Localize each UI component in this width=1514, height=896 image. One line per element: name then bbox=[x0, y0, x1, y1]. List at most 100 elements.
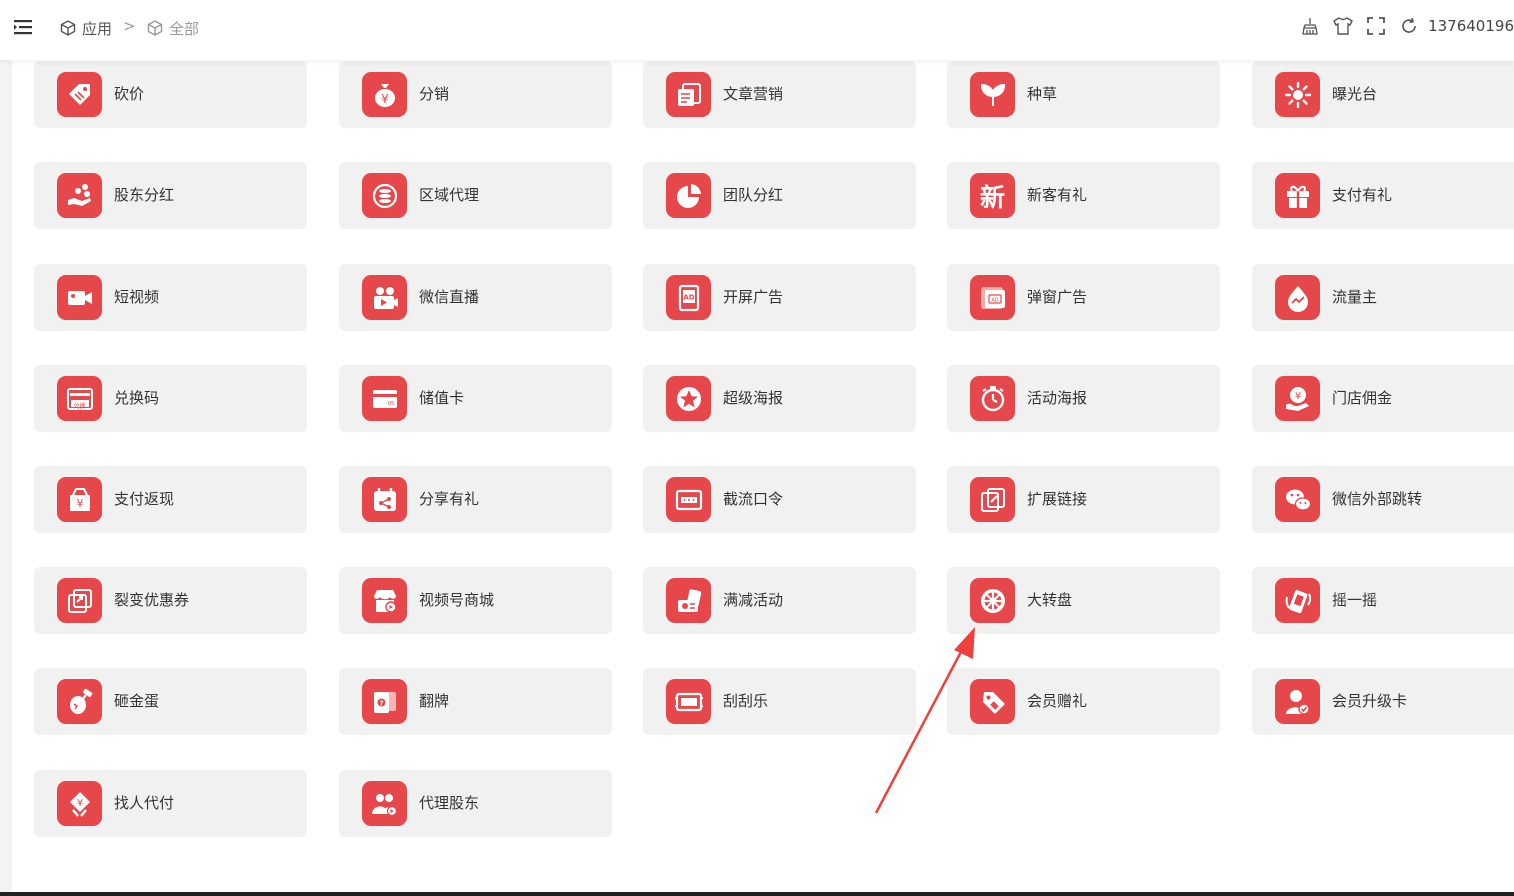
app-label: 分销 bbox=[419, 85, 450, 103]
app-card[interactable]: 大转盘 bbox=[947, 567, 1220, 634]
app-card[interactable]: 刮刮乐 bbox=[643, 668, 916, 735]
app-label: 支付有礼 bbox=[1332, 186, 1393, 204]
agent-group-icon bbox=[362, 781, 407, 826]
fullscreen-icon[interactable] bbox=[1366, 16, 1386, 36]
app-label: 短视频 bbox=[114, 288, 160, 306]
app-label: 活动海报 bbox=[1027, 389, 1088, 407]
stored-card-icon: 05 bbox=[362, 376, 407, 421]
app-label: 文章营销 bbox=[723, 85, 784, 103]
app-label: 微信外部跳转 bbox=[1332, 490, 1423, 508]
app-card[interactable]: 裂变优惠券 bbox=[34, 567, 307, 634]
app-card[interactable]: 短视频 bbox=[34, 264, 307, 331]
money-bag-icon: ¥ bbox=[362, 72, 407, 117]
breadcrumb-separator: > bbox=[123, 17, 136, 35]
app-card[interactable]: 超级海报 bbox=[643, 365, 916, 432]
app-label: 代理股东 bbox=[419, 794, 480, 812]
app-label: 摇一摇 bbox=[1332, 591, 1378, 609]
svg-text:05: 05 bbox=[387, 401, 393, 407]
breadcrumb-label: 全部 bbox=[169, 19, 200, 38]
app-card[interactable]: 微信外部跳转 bbox=[1252, 466, 1514, 533]
stopwatch-icon bbox=[970, 376, 1015, 421]
app-card[interactable]: 会员赠礼 bbox=[947, 668, 1220, 735]
app-card[interactable]: 新 新客有礼 bbox=[947, 162, 1220, 229]
app-card[interactable]: 分享有礼 bbox=[339, 466, 612, 533]
shake-phone-icon bbox=[1275, 578, 1320, 623]
svg-text:AD: AD bbox=[991, 297, 998, 303]
app-card[interactable]: 文章营销 bbox=[643, 61, 916, 128]
app-card[interactable]: 曝光台 bbox=[1252, 61, 1514, 128]
badge-char: 新 bbox=[979, 182, 1005, 212]
app-card[interactable]: AD 开屏广告 bbox=[643, 264, 916, 331]
app-card[interactable]: AD 弹窗广告 bbox=[947, 264, 1220, 331]
app-label: 支付返现 bbox=[114, 490, 175, 508]
app-label: 流量主 bbox=[1332, 288, 1378, 306]
bottom-border bbox=[0, 892, 1514, 896]
app-card[interactable]: 扩展链接 bbox=[947, 466, 1220, 533]
app-label: 团队分红 bbox=[723, 186, 784, 204]
svg-text:¥: ¥ bbox=[1294, 391, 1300, 402]
refresh-icon[interactable] bbox=[1399, 16, 1419, 36]
coin-stack-icon bbox=[362, 173, 407, 218]
share-calendar-icon bbox=[362, 477, 407, 522]
app-card[interactable]: 摇一摇 bbox=[1252, 567, 1514, 634]
app-card[interactable]: 05 储值卡 bbox=[339, 365, 612, 432]
app-card[interactable]: 视频号商城 bbox=[339, 567, 612, 634]
app-label: 裂变优惠券 bbox=[114, 591, 190, 609]
app-card[interactable]: 代理股东 bbox=[339, 770, 612, 837]
flow-drop-icon bbox=[1275, 275, 1320, 320]
clear-cache-broom-icon[interactable] bbox=[1300, 16, 1320, 36]
app-grid: 砍价 ¥ 分销 文章营销 种草 曝光台 股东分红 区域代理 团队分红新新客有礼 支付有礼 短视频 微信… bbox=[0, 0, 1514, 896]
app-label: 超级海报 bbox=[723, 389, 784, 407]
app-label: 兑换码 bbox=[114, 389, 160, 407]
app-card[interactable]: 兑换 兑换码 bbox=[34, 365, 307, 432]
app-card[interactable]: ¥ 支付返现 bbox=[34, 466, 307, 533]
app-card[interactable]: 砸金蛋 bbox=[34, 668, 307, 735]
breadcrumb-all[interactable]: 全部 bbox=[147, 17, 199, 39]
app-card[interactable]: ¥ 门店佣金 bbox=[1252, 365, 1514, 432]
app-card[interactable]: 流量主 bbox=[1252, 264, 1514, 331]
app-card[interactable]: 微信直播 bbox=[339, 264, 612, 331]
app-card[interactable]: 股东分红 bbox=[34, 162, 307, 229]
app-card[interactable]: ? 翻牌 bbox=[339, 668, 612, 735]
app-card[interactable]: 活动海报 bbox=[947, 365, 1220, 432]
app-card[interactable]: 截流口令 bbox=[643, 466, 916, 533]
ad-popup-icon: AD bbox=[970, 275, 1015, 320]
scratch-card-icon bbox=[666, 679, 711, 724]
breadcrumb-label: 应用 bbox=[82, 19, 113, 38]
app-label: 满减活动 bbox=[723, 591, 784, 609]
svg-text:¥: ¥ bbox=[76, 798, 82, 809]
live-icon bbox=[362, 275, 407, 320]
egg-hammer-icon bbox=[57, 679, 102, 724]
theme-shirt-icon[interactable] bbox=[1333, 16, 1354, 36]
link-icon bbox=[970, 477, 1015, 522]
app-label: 会员赠礼 bbox=[1027, 692, 1088, 710]
sprout-icon bbox=[970, 72, 1015, 117]
app-card[interactable]: 区域代理 bbox=[339, 162, 612, 229]
app-card[interactable]: 砍价 bbox=[34, 61, 307, 128]
account-name[interactable]: 137640196 bbox=[1428, 17, 1514, 35]
pie-icon bbox=[666, 173, 711, 218]
app-label: 砸金蛋 bbox=[114, 692, 160, 710]
app-card[interactable]: 会员升级卡 bbox=[1252, 668, 1514, 735]
breadcrumb-apps[interactable]: 应用 bbox=[60, 17, 112, 39]
app-card[interactable]: ¥ 分销 bbox=[339, 61, 612, 128]
pay-for-me-icon: ¥ bbox=[57, 781, 102, 826]
app-label: 弹窗广告 bbox=[1027, 288, 1088, 306]
svg-text:?: ? bbox=[379, 699, 383, 707]
app-card[interactable]: 团队分红 bbox=[643, 162, 916, 229]
article-icon bbox=[666, 72, 711, 117]
app-label: 开屏广告 bbox=[723, 288, 784, 306]
app-label: 分享有礼 bbox=[419, 490, 480, 508]
video-camera-icon bbox=[57, 275, 102, 320]
app-label: 新客有礼 bbox=[1027, 186, 1088, 204]
app-card[interactable]: 支付有礼 bbox=[1252, 162, 1514, 229]
cash-bag-icon: ¥ bbox=[57, 477, 102, 522]
app-card[interactable]: 满减活动 bbox=[643, 567, 916, 634]
menu-toggle-icon[interactable] bbox=[14, 18, 34, 36]
app-label: 视频号商城 bbox=[419, 591, 495, 609]
member-upgrade-icon bbox=[1275, 679, 1320, 724]
app-card[interactable]: ¥ 找人代付 bbox=[34, 770, 307, 837]
svg-text:AD: AD bbox=[683, 293, 694, 301]
app-label: 种草 bbox=[1027, 85, 1058, 103]
app-card[interactable]: 种草 bbox=[947, 61, 1220, 128]
